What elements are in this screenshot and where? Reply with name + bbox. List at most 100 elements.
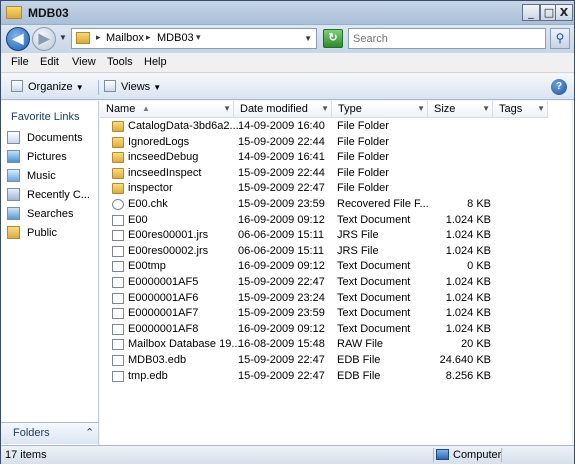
title-bar[interactable]: MDB03 _ □ X xyxy=(1,1,574,25)
file-date-modified: 06-06-2009 15:11 xyxy=(238,229,325,242)
views-button[interactable]: Views ▼ xyxy=(104,79,161,95)
help-icon[interactable]: ? xyxy=(551,79,567,95)
file-date-modified: 15-09-2009 22:47 xyxy=(238,369,325,382)
file-row[interactable]: inspector 15-09-2009 22:47 File Folder xyxy=(100,181,574,197)
document-icon xyxy=(112,230,124,242)
public-folder-icon xyxy=(7,226,20,239)
nav-item-music[interactable]: Music xyxy=(5,168,97,185)
breadcrumb-arrow-icon[interactable]: ▾ xyxy=(196,32,201,43)
file-row[interactable]: tmp.edb 15-09-2009 22:47 EDB File 8.256 KB xyxy=(100,369,574,385)
file-size: 20 KB xyxy=(461,338,491,351)
back-button[interactable]: ◀ xyxy=(6,27,30,51)
file-row[interactable]: MDB03.edb 15-09-2009 22:47 EDB File 24.640 … xyxy=(100,353,574,369)
nav-item-recently-changed[interactable]: Recently C... xyxy=(5,187,97,204)
chevron-up-icon: ⌃ xyxy=(85,427,95,439)
file-size: 1.024 KB xyxy=(445,307,491,320)
file-date-modified: 16-09-2009 09:12 xyxy=(238,260,325,273)
file-type: RAW File xyxy=(337,338,384,351)
breadcrumb-mdb03[interactable]: MDB03 xyxy=(157,32,194,44)
column-filter-dropdown[interactable]: ▼ xyxy=(223,101,231,117)
file-row[interactable]: IgnoredLogs 15-09-2009 22:44 File Folder xyxy=(100,135,574,151)
nav-item-searches[interactable]: Searches xyxy=(5,206,97,223)
forward-button[interactable]: ▶ xyxy=(32,27,56,51)
organize-label: Organize xyxy=(28,81,73,93)
file-size: 24.640 KB xyxy=(439,354,491,366)
file-type: JRS File xyxy=(337,229,379,242)
address-field[interactable]: ▸ Mailbox ▸ MDB03 ▾ ▼ xyxy=(71,28,317,49)
column-filter-dropdown[interactable]: ▼ xyxy=(537,101,545,117)
file-date-modified: 15-09-2009 22:47 xyxy=(238,276,325,288)
document-icon xyxy=(112,245,124,257)
folders-toggle[interactable]: Folders ⌃ xyxy=(1,422,99,444)
file-row[interactable]: E00tmp 16-09-2009 09:12 Text Document 0 KB xyxy=(100,259,574,275)
file-date-modified: 15-09-2009 23:59 xyxy=(238,307,325,320)
close-button[interactable]: X xyxy=(555,4,573,21)
column-filter-dropdown[interactable]: ▼ xyxy=(417,101,425,117)
nav-item-pictures[interactable]: Pictures xyxy=(5,149,97,166)
file-date-modified: 15-09-2009 23:24 xyxy=(238,291,325,304)
file-date-modified: 14-09-2009 16:40 xyxy=(238,120,325,132)
file-size: 1.024 KB xyxy=(445,213,491,226)
breadcrumb-mailbox[interactable]: Mailbox xyxy=(106,32,144,44)
nav-item-documents[interactable]: Documents xyxy=(5,130,97,147)
recent-pages-dropdown[interactable]: ▼ xyxy=(59,33,67,42)
search-icon[interactable]: ⚲ xyxy=(550,28,570,49)
file-row[interactable]: E0000001AF6 15-09-2009 23:24 Text Document… xyxy=(100,291,574,307)
file-size: 1.024 KB xyxy=(445,291,491,304)
breadcrumb-arrow-icon[interactable]: ▸ xyxy=(146,32,151,43)
command-bar: Organize ▼ Views ▼ ? xyxy=(1,74,574,100)
column-header-size[interactable]: Size ▼ xyxy=(428,101,493,118)
menu-tools[interactable]: Tools xyxy=(107,56,133,68)
menu-view[interactable]: View xyxy=(72,56,96,68)
status-bar: 17 items Computer xyxy=(1,445,574,464)
file-row[interactable]: E0000001AF5 15-09-2009 22:47 Text Document… xyxy=(100,275,574,291)
organize-button[interactable]: Organize ▼ xyxy=(11,79,84,95)
file-row[interactable]: E00res00001.jrs 06-06-2009 15:11 JRS File 1… xyxy=(100,228,574,244)
views-label: Views xyxy=(121,81,151,93)
documents-icon xyxy=(7,131,20,144)
file-row[interactable]: incseedDebug 14-09-2009 16:41 File Folder xyxy=(100,150,574,166)
toolbar-divider xyxy=(98,80,99,95)
folder-icon xyxy=(112,121,124,132)
address-dropdown[interactable]: ▼ xyxy=(304,34,312,43)
computer-icon xyxy=(436,449,449,460)
file-date-modified: 15-09-2009 22:44 xyxy=(238,166,325,179)
file-type: Text Document xyxy=(337,276,411,288)
file-row[interactable]: Mailbox Database 19... 16-08-2009 15:48 RA… xyxy=(100,337,574,353)
column-filter-dropdown[interactable]: ▼ xyxy=(321,101,329,117)
menu-file[interactable]: File xyxy=(11,56,29,68)
column-header-tags[interactable]: Tags ▼ xyxy=(493,101,548,118)
status-divider xyxy=(501,448,502,462)
document-icon xyxy=(112,261,124,273)
folder-icon xyxy=(112,167,124,179)
file-row[interactable]: E0000001AF8 16-09-2009 09:12 Text Document… xyxy=(100,322,574,338)
file-row[interactable]: E0000001AF7 15-09-2009 23:59 Text Document… xyxy=(100,306,574,322)
search-box[interactable] xyxy=(348,28,546,49)
document-icon xyxy=(112,339,124,351)
file-date-modified: 15-09-2009 22:47 xyxy=(238,182,325,195)
refresh-button[interactable]: ↻ xyxy=(323,29,343,48)
folder-icon xyxy=(112,183,124,195)
file-row[interactable]: E00res00002.jrs 06-06-2009 15:11 JRS File 1… xyxy=(100,244,574,260)
nav-item-public[interactable]: Public xyxy=(5,225,97,242)
list-edge xyxy=(572,101,573,445)
column-header-type[interactable]: Type ▼ xyxy=(332,101,428,118)
column-filter-dropdown[interactable]: ▼ xyxy=(482,101,490,117)
file-date-modified: 15-09-2009 23:59 xyxy=(238,198,325,210)
menu-help[interactable]: Help xyxy=(144,56,167,68)
file-size: 0 KB xyxy=(467,260,491,273)
file-row[interactable]: E00 16-09-2009 09:12 Text Document 1.024 KB xyxy=(100,213,574,229)
file-type: Recovered File F... xyxy=(337,198,429,210)
folder-icon xyxy=(6,6,22,19)
file-row[interactable]: CatalogData-3bd6a2... 14-09-2009 16:40 Fil… xyxy=(100,119,574,135)
search-input[interactable] xyxy=(349,29,545,48)
searches-icon xyxy=(7,207,20,220)
file-row[interactable]: incseedInspect 15-09-2009 22:44 File Folde… xyxy=(100,166,574,182)
minimize-button[interactable]: _ xyxy=(522,4,540,21)
column-header-date-modified[interactable]: Date modified ▼ xyxy=(234,101,332,118)
column-header-name[interactable]: Name ▲ ▼ xyxy=(100,101,234,118)
file-size: 1.024 KB xyxy=(445,322,491,335)
file-row[interactable]: E00.chk 15-09-2009 23:59 Recovered File F.… xyxy=(100,197,574,213)
breadcrumb-arrow-icon[interactable]: ▸ xyxy=(96,32,101,43)
menu-edit[interactable]: Edit xyxy=(40,56,59,68)
